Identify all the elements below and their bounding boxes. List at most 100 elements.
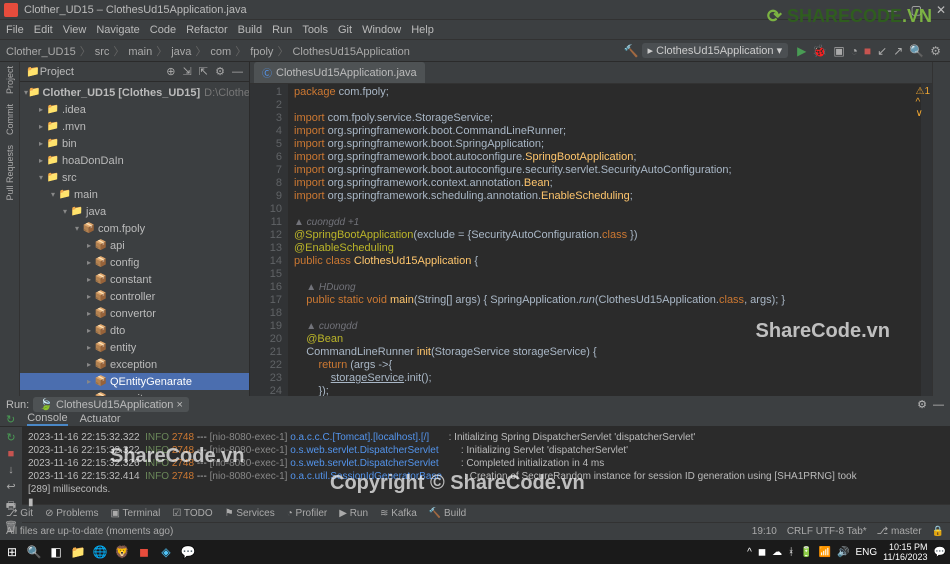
tree-item[interactable]: ▸📦controller xyxy=(20,288,249,305)
menu-refactor[interactable]: Refactor xyxy=(186,24,228,36)
maximize-button[interactable]: ▢ xyxy=(911,3,922,17)
coverage-icon[interactable]: ▣ xyxy=(833,44,844,58)
error-strip[interactable]: ⚠1 ^ ∨ xyxy=(920,84,932,396)
rerun-inline-icon[interactable]: ↻ xyxy=(6,413,15,426)
tray-chevron-icon[interactable]: ^ xyxy=(747,547,752,558)
tree-item[interactable]: ▸📦dto xyxy=(20,322,249,339)
tool-profiler[interactable]: ◔ Profiler xyxy=(287,508,328,519)
tree-item[interactable]: ▸📦entity xyxy=(20,339,249,356)
hammer-icon[interactable]: 🔨 xyxy=(624,44,639,58)
select-opened-file-icon[interactable]: ⊕ xyxy=(166,66,175,78)
menu-view[interactable]: View xyxy=(63,24,87,36)
menu-run[interactable]: Run xyxy=(272,24,292,36)
brave-icon[interactable]: 🦁 xyxy=(114,544,130,560)
git-branch[interactable]: ⎇ master xyxy=(877,526,922,537)
breadcrumb-item[interactable]: fpoly xyxy=(250,46,273,58)
commit-tool-button[interactable]: Commit xyxy=(5,104,15,135)
menu-file[interactable]: File xyxy=(6,24,24,36)
tree-item[interactable]: ▸📁bin xyxy=(20,135,249,152)
clock[interactable]: 10:15 PM 11/16/2023 xyxy=(883,542,927,562)
bluetooth-icon[interactable]: ᚼ xyxy=(788,547,794,558)
onedrive-icon[interactable]: ☁ xyxy=(772,547,782,558)
search-icon[interactable]: 🔍 xyxy=(909,44,924,58)
menu-code[interactable]: Code xyxy=(150,24,176,36)
breadcrumb-item[interactable]: ClothesUd15Application xyxy=(292,46,409,58)
code-content[interactable]: package com.fpoly; import com.fpoly.serv… xyxy=(288,84,920,396)
tree-item[interactable]: ▸📦api xyxy=(20,237,249,254)
tree-item[interactable]: ▸📁.mvn xyxy=(20,118,249,135)
menu-navigate[interactable]: Navigate xyxy=(96,24,139,36)
warning-badge[interactable]: ⚠1 ^ ∨ xyxy=(915,86,930,119)
run-settings-icon[interactable]: ⚙ xyxy=(917,398,927,411)
pull-requests-tool-button[interactable]: Pull Requests xyxy=(5,145,15,201)
breadcrumb-item[interactable]: Clother_UD15 xyxy=(6,46,76,58)
breadcrumb-item[interactable]: main xyxy=(128,46,152,58)
breadcrumb-item[interactable]: com xyxy=(210,46,231,58)
tool-kafka[interactable]: ≋ Kafka xyxy=(380,508,417,519)
run-subtab-console[interactable]: Console xyxy=(27,412,67,426)
tree-item[interactable]: ▾📁java xyxy=(20,203,249,220)
tree-item[interactable]: ▸📦repository xyxy=(20,390,249,396)
chrome-icon[interactable]: 🌐 xyxy=(92,544,108,560)
tool-services[interactable]: ⚑ Services xyxy=(225,508,275,519)
tree-item[interactable]: ▾📁src xyxy=(20,169,249,186)
collapse-all-icon[interactable]: ⇱ xyxy=(199,66,208,78)
hide-panel-icon[interactable]: — xyxy=(232,66,243,78)
wifi-icon[interactable]: 📶 xyxy=(819,547,831,558)
tree-item[interactable]: ▾📁main xyxy=(20,186,249,203)
soft-wrap-icon[interactable]: ↩ xyxy=(6,480,15,493)
volume-icon[interactable]: 🔊 xyxy=(837,547,849,558)
menu-tools[interactable]: Tools xyxy=(302,24,328,36)
notifications-icon[interactable]: 💬 xyxy=(934,547,946,558)
panel-settings-icon[interactable]: ⚙ xyxy=(215,66,225,78)
zalo-icon[interactable]: 💬 xyxy=(180,544,196,560)
tray-app-icon[interactable]: ◼ xyxy=(758,547,766,558)
run-tab[interactable]: 🍃 ClothesUd15Application × xyxy=(33,397,189,412)
caret-position[interactable]: 19:10 xyxy=(752,526,777,537)
project-tool-button[interactable]: Project xyxy=(5,66,15,94)
tree-item[interactable]: ▸📦convertor xyxy=(20,305,249,322)
expand-all-icon[interactable]: ⇲ xyxy=(183,66,192,78)
tool-problems[interactable]: ⊘ Problems xyxy=(45,508,98,519)
battery-icon[interactable]: 🔋 xyxy=(800,547,812,558)
breadcrumb-item[interactable]: java xyxy=(171,46,191,58)
settings-icon[interactable]: ⚙ xyxy=(930,44,941,58)
debug-icon[interactable]: 🐞 xyxy=(812,44,827,58)
project-tree[interactable]: ▾📁Clother_UD15 [Clothes_UD15] D:\Clother… xyxy=(20,82,249,396)
encoding[interactable]: CRLF UTF-8 Tab* xyxy=(787,526,867,537)
intellij-icon[interactable]: ◼ xyxy=(136,544,152,560)
run-hide-icon[interactable]: — xyxy=(933,399,944,411)
menu-edit[interactable]: Edit xyxy=(34,24,53,36)
menu-build[interactable]: Build xyxy=(238,24,262,36)
tool-run[interactable]: ▶ Run xyxy=(339,508,368,519)
stop-icon[interactable]: ■ xyxy=(864,44,871,58)
tool-todo[interactable]: ☑ TODO xyxy=(172,508,212,519)
tree-item[interactable]: ▸📦constant xyxy=(20,271,249,288)
minimize-button[interactable]: — xyxy=(885,3,897,17)
close-button[interactable]: ✕ xyxy=(936,3,946,17)
menu-help[interactable]: Help xyxy=(411,24,434,36)
tab-clothesud15application[interactable]: Ⓒ ClothesUd15Application.java xyxy=(254,62,425,83)
tree-root[interactable]: ▾📁Clother_UD15 [Clothes_UD15] D:\Clother… xyxy=(20,84,249,101)
run-config-selector[interactable]: ▸ ClothesUd15Application ▾ xyxy=(642,43,789,58)
run-icon[interactable]: ▶ xyxy=(797,44,806,58)
profile-icon[interactable]: ◔ xyxy=(851,44,858,58)
tool-git[interactable]: ⎇ Git xyxy=(6,508,33,519)
menu-window[interactable]: Window xyxy=(362,24,401,36)
scroll-to-end-icon[interactable]: ↓ xyxy=(8,464,14,476)
search-taskbar-icon[interactable]: 🔍 xyxy=(26,544,42,560)
run-subtab-actuator[interactable]: Actuator xyxy=(80,413,121,425)
start-button[interactable]: ⊞ xyxy=(4,544,20,560)
explorer-icon[interactable]: 📁 xyxy=(70,544,86,560)
tool-terminal[interactable]: ▣ Terminal xyxy=(111,508,161,519)
menu-git[interactable]: Git xyxy=(338,24,352,36)
system-tray[interactable]: ^ ◼ ☁ ᚼ 🔋 📶 🔊 ENG 10:15 PM 11/16/2023 💬 xyxy=(747,542,946,562)
stop-run-icon[interactable]: ■ xyxy=(8,448,15,460)
breadcrumb-item[interactable]: src xyxy=(95,46,110,58)
vcs-update-icon[interactable]: ↙ xyxy=(877,44,887,58)
console-output[interactable]: 2023-11-16 22:15:32.322 INFO 2748 --- [n… xyxy=(22,427,950,533)
breadcrumbs[interactable]: Clother_UD15〉src〉main〉java〉com〉fpoly〉Clo… xyxy=(6,43,414,59)
rerun-icon[interactable]: ↻ xyxy=(6,431,15,444)
tree-item[interactable]: ▸📁.idea xyxy=(20,101,249,118)
db-client-icon[interactable]: ◈ xyxy=(158,544,174,560)
